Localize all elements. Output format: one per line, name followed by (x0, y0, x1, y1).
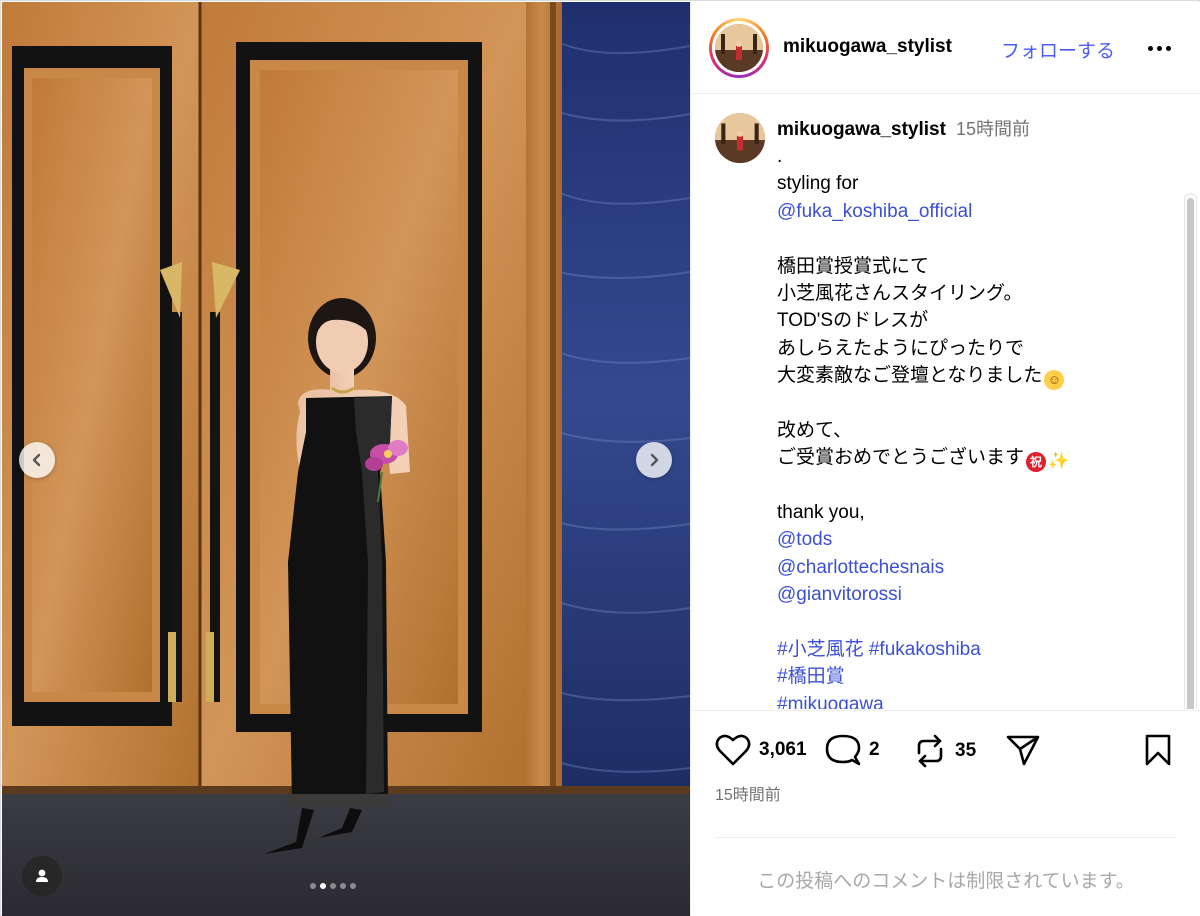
carousel-dot (310, 883, 316, 889)
carousel-dot (320, 883, 326, 889)
caption-line: . (777, 143, 1177, 170)
more-dot-icon (1147, 45, 1153, 51)
avatar (715, 24, 763, 72)
post-timestamp: 15時間前 (715, 787, 781, 804)
scrollbar-thumb[interactable] (1187, 198, 1194, 709)
caption-line-text: @fuka_koshiba_official (777, 200, 973, 222)
chevron-right-icon (650, 453, 659, 467)
story-ring[interactable] (709, 18, 769, 78)
caption-line-text: あしらえたようにぴったりで (777, 337, 1025, 359)
post-window: mikuogawa_stylist フォローする mikuogawa_styli… (0, 0, 1200, 916)
caption-line-text: 小芝風花さんスタイリング。 (777, 282, 1023, 304)
caption-line: あしらえたようにぴったりで (777, 335, 1177, 362)
caption-line (777, 390, 1177, 417)
caption-link[interactable]: @charlottechesnais (777, 554, 1177, 581)
user-tag-icon (36, 869, 48, 882)
caption-avatar[interactable] (715, 113, 765, 163)
carousel-dot (340, 883, 346, 889)
repost-button[interactable]: 35 (913, 733, 976, 769)
caption-line: styling for (777, 170, 1177, 197)
caption-text: . styling for @fuka_koshiba_official 橋田賞授賞式… (777, 143, 1177, 709)
caption-line: 橋田賞授賞式にて (777, 253, 1177, 280)
caption-header: mikuogawa_stylist 15時間前 (777, 115, 1030, 141)
follow-button[interactable]: フォローする (1001, 36, 1115, 63)
relieved-face-icon: ☺ (1044, 370, 1065, 391)
caption-line: thank you, (777, 499, 1177, 526)
header-username[interactable]: mikuogawa_stylist (783, 36, 952, 58)
caption-line-text: #橋田賞 (777, 666, 845, 688)
caption-link[interactable]: #橋田賞 (777, 663, 1177, 690)
caption-line-text: @charlottechesnais (777, 556, 945, 578)
caption-line-text: 改めて、 (777, 419, 853, 441)
more-options-button[interactable] (1141, 34, 1177, 62)
like-count[interactable]: 3,061 (759, 739, 807, 761)
caption-line-text: @tods (777, 529, 833, 551)
like-button[interactable]: 3,061 (715, 733, 807, 767)
carousel-dot (330, 883, 336, 889)
caption-line: TOD'Sのドレスが (777, 307, 1177, 334)
save-button[interactable] (1143, 733, 1173, 767)
caption-line-text: thank you, (777, 502, 865, 524)
share-icon (1006, 735, 1040, 766)
caption-line-text: @gianvitorossi (777, 584, 902, 606)
more-dot-icon (1156, 45, 1162, 51)
caption-link[interactable]: #mikuogawa (777, 691, 1177, 709)
caption-line-text: ご受賞おめでとうございます (777, 447, 1025, 469)
carousel-next-button[interactable] (636, 442, 672, 478)
heart-icon (715, 734, 751, 766)
repost-icon (917, 734, 943, 768)
sparkles-icon: ✨ (1048, 451, 1070, 471)
caption-line-text: styling for (777, 173, 859, 195)
caption-line-text: TOD'Sのドレスが (777, 310, 929, 332)
caption-line: 改めて、 (777, 417, 1177, 444)
carousel-indicator (310, 883, 356, 889)
bookmark-icon (1145, 734, 1171, 766)
post-header: mikuogawa_stylist フォローする (691, 2, 1200, 94)
carousel-prev-button[interactable] (19, 442, 55, 478)
divider (715, 837, 1177, 838)
caption-line: ご受賞おめでとうございます祝 ✨ (777, 444, 1177, 473)
caption-link[interactable]: #小芝風花 #fukakoshiba (777, 636, 1177, 663)
comments-restricted-notice: この投稿へのコメントは制限されています。 (757, 871, 1135, 892)
post-actions: 3,061 2 35 15時間前 この投稿へのコメントは制限されています。 (691, 710, 1200, 916)
caption-line (777, 225, 1177, 252)
caption-time: 15時間前 (955, 119, 1030, 139)
caption-line-text: #mikuogawa (777, 693, 884, 709)
caption-username[interactable]: mikuogawa_stylist (777, 119, 946, 140)
post-media[interactable] (2, 2, 690, 916)
iwai-celebration-icon: 祝 (1026, 452, 1047, 473)
caption-line: 大変素敵なご登壇となりました ☺ (777, 362, 1177, 391)
caption-scrollbar[interactable] (1184, 193, 1197, 709)
caption-line-text: 大変素敵なご登壇となりました (777, 365, 1043, 387)
caption-line: 小芝風花さんスタイリング。 (777, 280, 1177, 307)
more-dot-icon (1165, 45, 1171, 51)
comment-count[interactable]: 2 (869, 739, 880, 761)
carousel-dot (350, 883, 356, 889)
comment-button[interactable]: 2 (825, 733, 880, 767)
chevron-left-icon (32, 453, 41, 467)
tagged-users-button[interactable] (22, 856, 62, 896)
repost-count[interactable]: 35 (955, 740, 976, 762)
caption-link[interactable]: @fuka_koshiba_official (777, 198, 1177, 225)
caption-line (777, 609, 1177, 636)
caption-line (777, 472, 1177, 499)
post-photo (2, 2, 690, 916)
caption-link[interactable]: @gianvitorossi (777, 581, 1177, 608)
post-side-panel: mikuogawa_stylist フォローする mikuogawa_styli… (690, 2, 1200, 916)
caption-line-text: #小芝風花 #fukakoshiba (777, 639, 981, 661)
caption-line-text: . (777, 146, 783, 167)
share-button[interactable] (1005, 733, 1041, 767)
caption-line-text: 橋田賞授賞式にて (777, 255, 930, 277)
caption-link[interactable]: @tods (777, 526, 1177, 553)
caption-scroll-area[interactable]: mikuogawa_stylist 15時間前 . styling for @fuka… (691, 95, 1200, 709)
comment-icon (825, 734, 861, 766)
